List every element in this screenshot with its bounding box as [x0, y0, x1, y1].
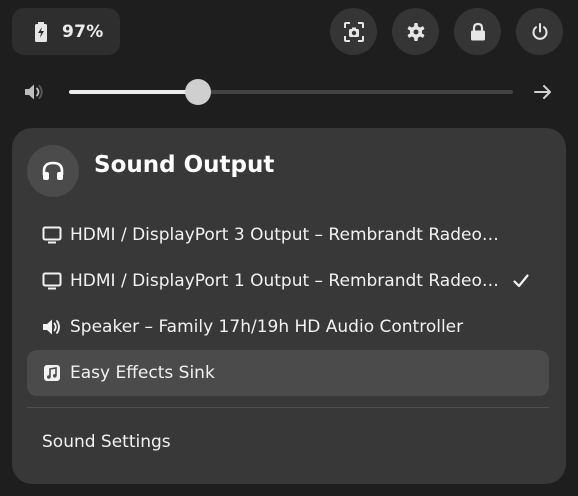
screenshot-icon [343, 21, 364, 42]
menu-divider [27, 407, 549, 408]
output-device-list: HDMI / DisplayPort 3 Output – Rembrandt … [27, 212, 549, 396]
output-device-label: Speaker – Family 17h/19h HD Audio Contro… [70, 317, 464, 337]
screenshot-button[interactable] [330, 8, 377, 55]
arrow-right-icon[interactable] [530, 81, 556, 103]
battery-indicator[interactable]: 97% [12, 8, 120, 55]
speaker-volume-icon[interactable] [23, 81, 45, 103]
sound-output-panel: Sound Output HDMI / DisplayPort 3 Output… [12, 128, 566, 484]
battery-charging-icon [35, 21, 47, 42]
checkmark-icon [513, 274, 529, 288]
panel-title: Sound Output [94, 152, 275, 178]
output-device-item-selected[interactable]: HDMI / DisplayPort 1 Output – Rembrandt … [27, 258, 549, 304]
power-button[interactable] [516, 8, 563, 55]
output-device-item-highlighted[interactable]: Easy Effects Sink [27, 350, 549, 396]
lock-button[interactable] [454, 8, 501, 55]
output-device-label: HDMI / DisplayPort 1 Output – Rembrandt … [70, 271, 502, 291]
output-device-label: HDMI / DisplayPort 3 Output – Rembrandt … [70, 225, 499, 245]
monitor-icon [42, 272, 62, 290]
monitor-icon [42, 226, 62, 244]
power-icon [532, 22, 547, 40]
speaker-icon [43, 319, 60, 335]
gear-icon [407, 22, 424, 41]
settings-button[interactable] [392, 8, 439, 55]
headphones-icon-container [27, 145, 79, 197]
output-device-item[interactable]: Speaker – Family 17h/19h HD Audio Contro… [27, 304, 549, 350]
lock-icon [470, 22, 485, 40]
music-note-icon [44, 365, 60, 381]
output-device-item[interactable]: HDMI / DisplayPort 3 Output – Rembrandt … [27, 212, 549, 258]
battery-percentage: 97% [62, 21, 104, 42]
volume-slider-fill [69, 90, 198, 94]
volume-slider[interactable] [69, 79, 513, 105]
volume-slider-handle[interactable] [184, 79, 211, 105]
headphones-icon [42, 161, 64, 180]
sound-settings-link[interactable]: Sound Settings [42, 432, 171, 452]
output-device-label: Easy Effects Sink [70, 363, 215, 383]
